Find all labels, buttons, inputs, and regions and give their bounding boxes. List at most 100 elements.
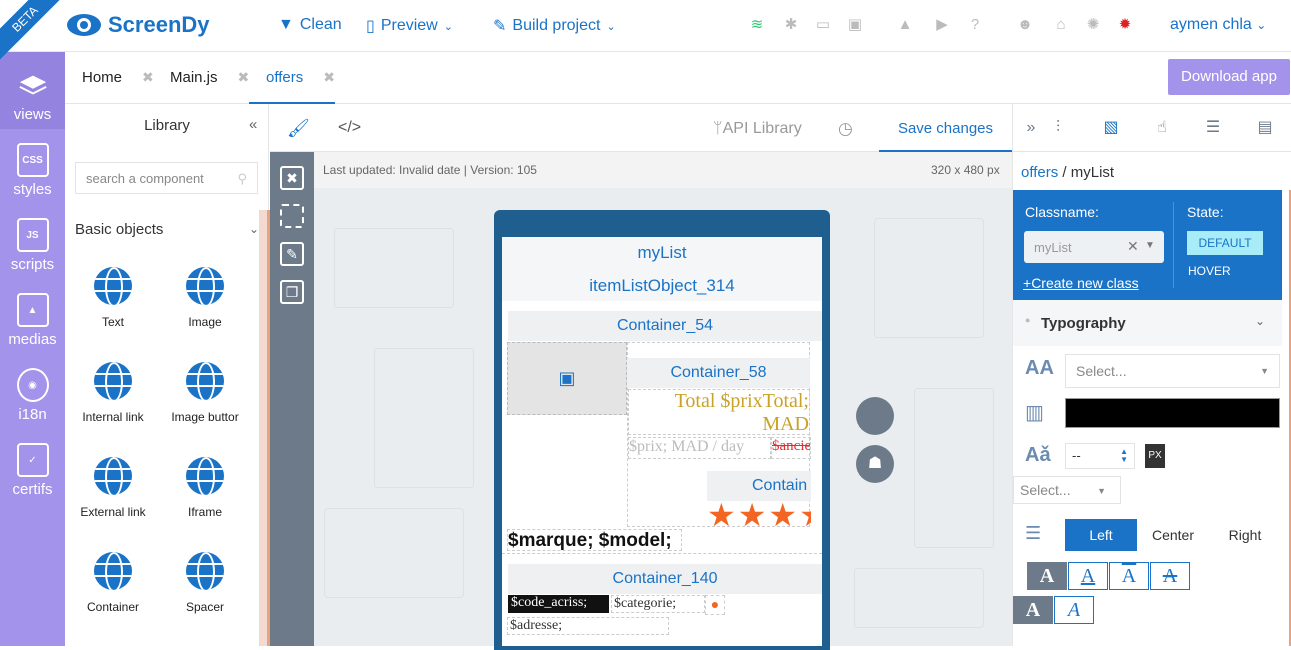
bug-alert-icon[interactable]: ✹ [1116,16,1134,34]
touch-icon[interactable]: ☝ [1150,116,1174,140]
image-placeholder[interactable]: ▣ [507,342,627,415]
style-edit-icon[interactable]: ▧ [1099,116,1123,140]
tab-offers[interactable]: offers ✖ [266,69,335,86]
brand-model[interactable]: $marque; $model; [507,529,682,551]
strikethrough-icon[interactable]: A [1150,562,1190,590]
font-family-select[interactable]: Select... ▼ [1065,354,1280,388]
expand-icon[interactable]: ▣ [846,16,864,34]
basket-icon[interactable]: ⌂ [1052,16,1070,34]
tab-main-js[interactable]: Main.js ✖ [170,69,249,86]
sliders-icon[interactable]: ⫶ [1046,116,1070,140]
close-icon[interactable]: ✖ [323,69,335,85]
font-color-input[interactable] [1065,398,1280,428]
component-image-button[interactable]: Image buttor [159,362,251,424]
component-iframe[interactable]: Iframe [159,457,251,519]
sidebar-item-i18n[interactable]: ◉ i18n [0,354,65,429]
collapse-icon[interactable]: « [249,116,257,133]
properties-panel: » ⫶ ▧ ☝ ☰ ▤ offers / myList Classname: m… [1012,104,1291,646]
duplicate-icon[interactable]: ❐ [280,280,304,304]
container-rating[interactable]: Contain [707,471,811,501]
state-hover-button[interactable]: HOVER [1188,264,1231,278]
bug-icon[interactable]: ✱ [782,16,800,34]
chevron-down-icon[interactable]: ⌄ [249,222,259,236]
code-acriss[interactable]: $code_acriss; [508,595,609,613]
categorie[interactable]: $categorie; [611,595,705,613]
align-left-button[interactable]: Left [1065,519,1137,551]
bold-icon[interactable]: A [1027,562,1067,590]
select-box-icon[interactable] [280,204,304,228]
delete-selection-icon[interactable]: ✖ [280,166,304,190]
italic-icon[interactable]: A [1054,596,1094,624]
sidebar-item-styles[interactable]: CSS styles [0,129,65,204]
sidebar-item-certifs[interactable]: ✓ certifs [0,429,65,504]
overline-icon[interactable]: A [1109,562,1149,590]
download-app-button[interactable]: Download app [1168,59,1290,95]
container-54[interactable]: Container_54 [508,311,822,341]
code-icon[interactable]: </> [338,119,361,137]
build-project-button[interactable]: ✎ Build project ⌄ [493,16,616,36]
brush-icon[interactable]: 🖌 [287,118,310,139]
daily-price[interactable]: $prix; MAD / day [628,437,771,459]
component-internal-link[interactable]: Internal link [67,362,159,424]
rating-stars[interactable]: ★ ★ ★ ★ [707,501,811,529]
underline-icon[interactable]: A [1068,562,1108,590]
total-price[interactable]: Total $prixTotal; MAD [628,389,810,435]
state-default-button[interactable]: DEFAULT [1187,231,1263,255]
create-class-link[interactable]: +Create new class [1023,275,1139,291]
phone-screen[interactable]: myList itemListObject_314 Container_54 ▣… [502,237,822,646]
user-menu[interactable]: aymen chla ⌄ [1170,16,1266,34]
preview-button[interactable]: ▯ Preview ⌄ [366,16,453,36]
close-icon[interactable]: ✖ [142,69,154,85]
container-140[interactable]: Container_140 [508,564,822,594]
tab-home[interactable]: Home ✖ [82,69,154,86]
old-price[interactable]: $ancien [771,437,811,459]
sidebar-item-medias[interactable]: ▲ medias [0,279,65,354]
api-library-button[interactable]: ᛘAPI Library [713,120,802,138]
typography-header[interactable]: ● Typography ⌄ [1013,300,1282,346]
component-image[interactable]: Image [159,267,251,329]
library-scrollbar-track[interactable] [259,210,267,646]
section-basic-objects[interactable]: Basic objects [75,221,163,238]
wifi-icon[interactable]: ≋ [748,16,766,34]
android-icon[interactable]: ☗ [856,445,894,483]
gallery-icon[interactable]: ▤ [1253,116,1277,140]
youtube-icon[interactable]: ▶ [933,16,951,34]
component-spacer[interactable]: Spacer [159,552,251,614]
app-logo[interactable]: ScreenDy [66,12,210,38]
expand-panel-icon[interactable]: » [1019,116,1043,140]
keyboard-icon[interactable]: ▭ [814,16,832,34]
classname-select[interactable]: myList [1024,231,1164,263]
adresse[interactable]: $adresse; [507,617,669,635]
component-text[interactable]: Text [67,267,159,329]
font-size-input[interactable]: -- ▲ ▼ [1065,443,1135,469]
clean-button[interactable]: ▼ Clean [278,16,342,34]
edit-image-icon[interactable]: ✎ [280,242,304,266]
close-icon[interactable]: ✖ [238,69,250,85]
font-weight-select[interactable]: Select... ▼ [1013,476,1121,504]
bulb-icon[interactable]: ✺ [1084,16,1102,34]
history-icon[interactable]: ◷ [838,119,853,139]
caret-down-icon[interactable]: ▼ [1145,240,1155,251]
sidebar-item-scripts[interactable]: JS scripts [0,204,65,279]
layers-list-icon[interactable]: ☰ [1201,116,1225,140]
container-58[interactable]: Container_58 [627,358,810,388]
component-external-link[interactable]: External link [67,457,159,519]
users-icon[interactable]: ☻ [1016,16,1034,34]
help-icon[interactable]: ? [966,16,984,34]
save-changes-button[interactable]: Save changes [879,104,1012,152]
breadcrumb-page[interactable]: offers [1021,164,1058,181]
align-center-button[interactable]: Center [1137,519,1209,551]
map-pin-icon[interactable]: ● [705,595,725,615]
globe-icon [186,457,224,495]
stepper-icon[interactable]: ▲ ▼ [1120,448,1128,464]
align-right-button[interactable]: Right [1209,519,1281,551]
search-input[interactable]: search a component ⚲ [75,162,258,194]
component-container[interactable]: Container [67,552,159,614]
font-size-unit[interactable]: PX [1145,444,1165,468]
normal-style-icon[interactable]: A [1013,596,1053,624]
mylist-header[interactable]: myList itemListObject_314 [502,237,822,301]
sidebar-item-views[interactable]: views [0,52,65,129]
graduation-icon[interactable]: ▲ [896,16,914,34]
apple-icon[interactable] [856,397,894,435]
clear-icon[interactable]: ✕ [1127,238,1139,255]
